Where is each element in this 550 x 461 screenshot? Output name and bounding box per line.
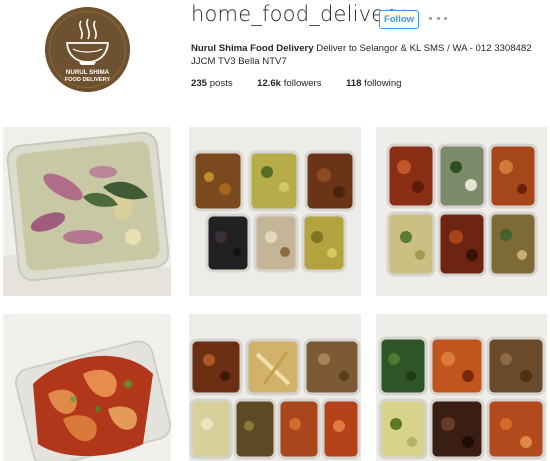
squid-curry-image [3, 127, 171, 296]
profile-username: home_food_delivery [191, 2, 406, 26]
post-thumbnail-2[interactable] [189, 127, 361, 296]
post-thumbnail-6[interactable] [376, 314, 547, 461]
six-container-seafood-image [376, 127, 547, 296]
profile-stats: 235 posts 12.6k followers 118 following [191, 78, 402, 89]
eight-container-meal-image [189, 314, 361, 461]
steaming-bowl-icon: NURUL SHIMA FOOD DELIVERY [45, 7, 130, 92]
followers-count[interactable]: 12.6k followers [257, 78, 346, 89]
posts-count: 235 posts [191, 78, 233, 89]
six-container-vegetable-image [376, 314, 547, 461]
post-thumbnail-3[interactable] [376, 127, 547, 296]
logo-text-line2: FOOD DELIVERY [65, 77, 111, 83]
six-container-meal-image [189, 127, 361, 296]
post-thumbnail-1[interactable] [3, 127, 171, 296]
profile-avatar[interactable]: NURUL SHIMA FOOD DELIVERY [45, 7, 130, 92]
post-thumbnail-4[interactable] [3, 314, 171, 461]
following-count[interactable]: 118 following [346, 78, 402, 89]
profile-full-name: Nurul Shima Food Delivery [191, 43, 314, 54]
follow-button[interactable]: Follow [379, 10, 419, 29]
prawn-sambal-image [3, 314, 171, 461]
post-thumbnail-5[interactable] [189, 314, 361, 461]
bio-text: Deliver to Selangor & KL SMS / WA - 012 … [316, 43, 532, 54]
profile-bio: Nurul Shima Food Delivery Deliver to Sel… [191, 43, 541, 68]
ellipsis-icon[interactable] [429, 12, 447, 24]
logo-text-line1: NURUL SHIMA [66, 69, 110, 76]
bio-text-line2: JJCM TV3 Bella NTV7 [191, 55, 287, 67]
